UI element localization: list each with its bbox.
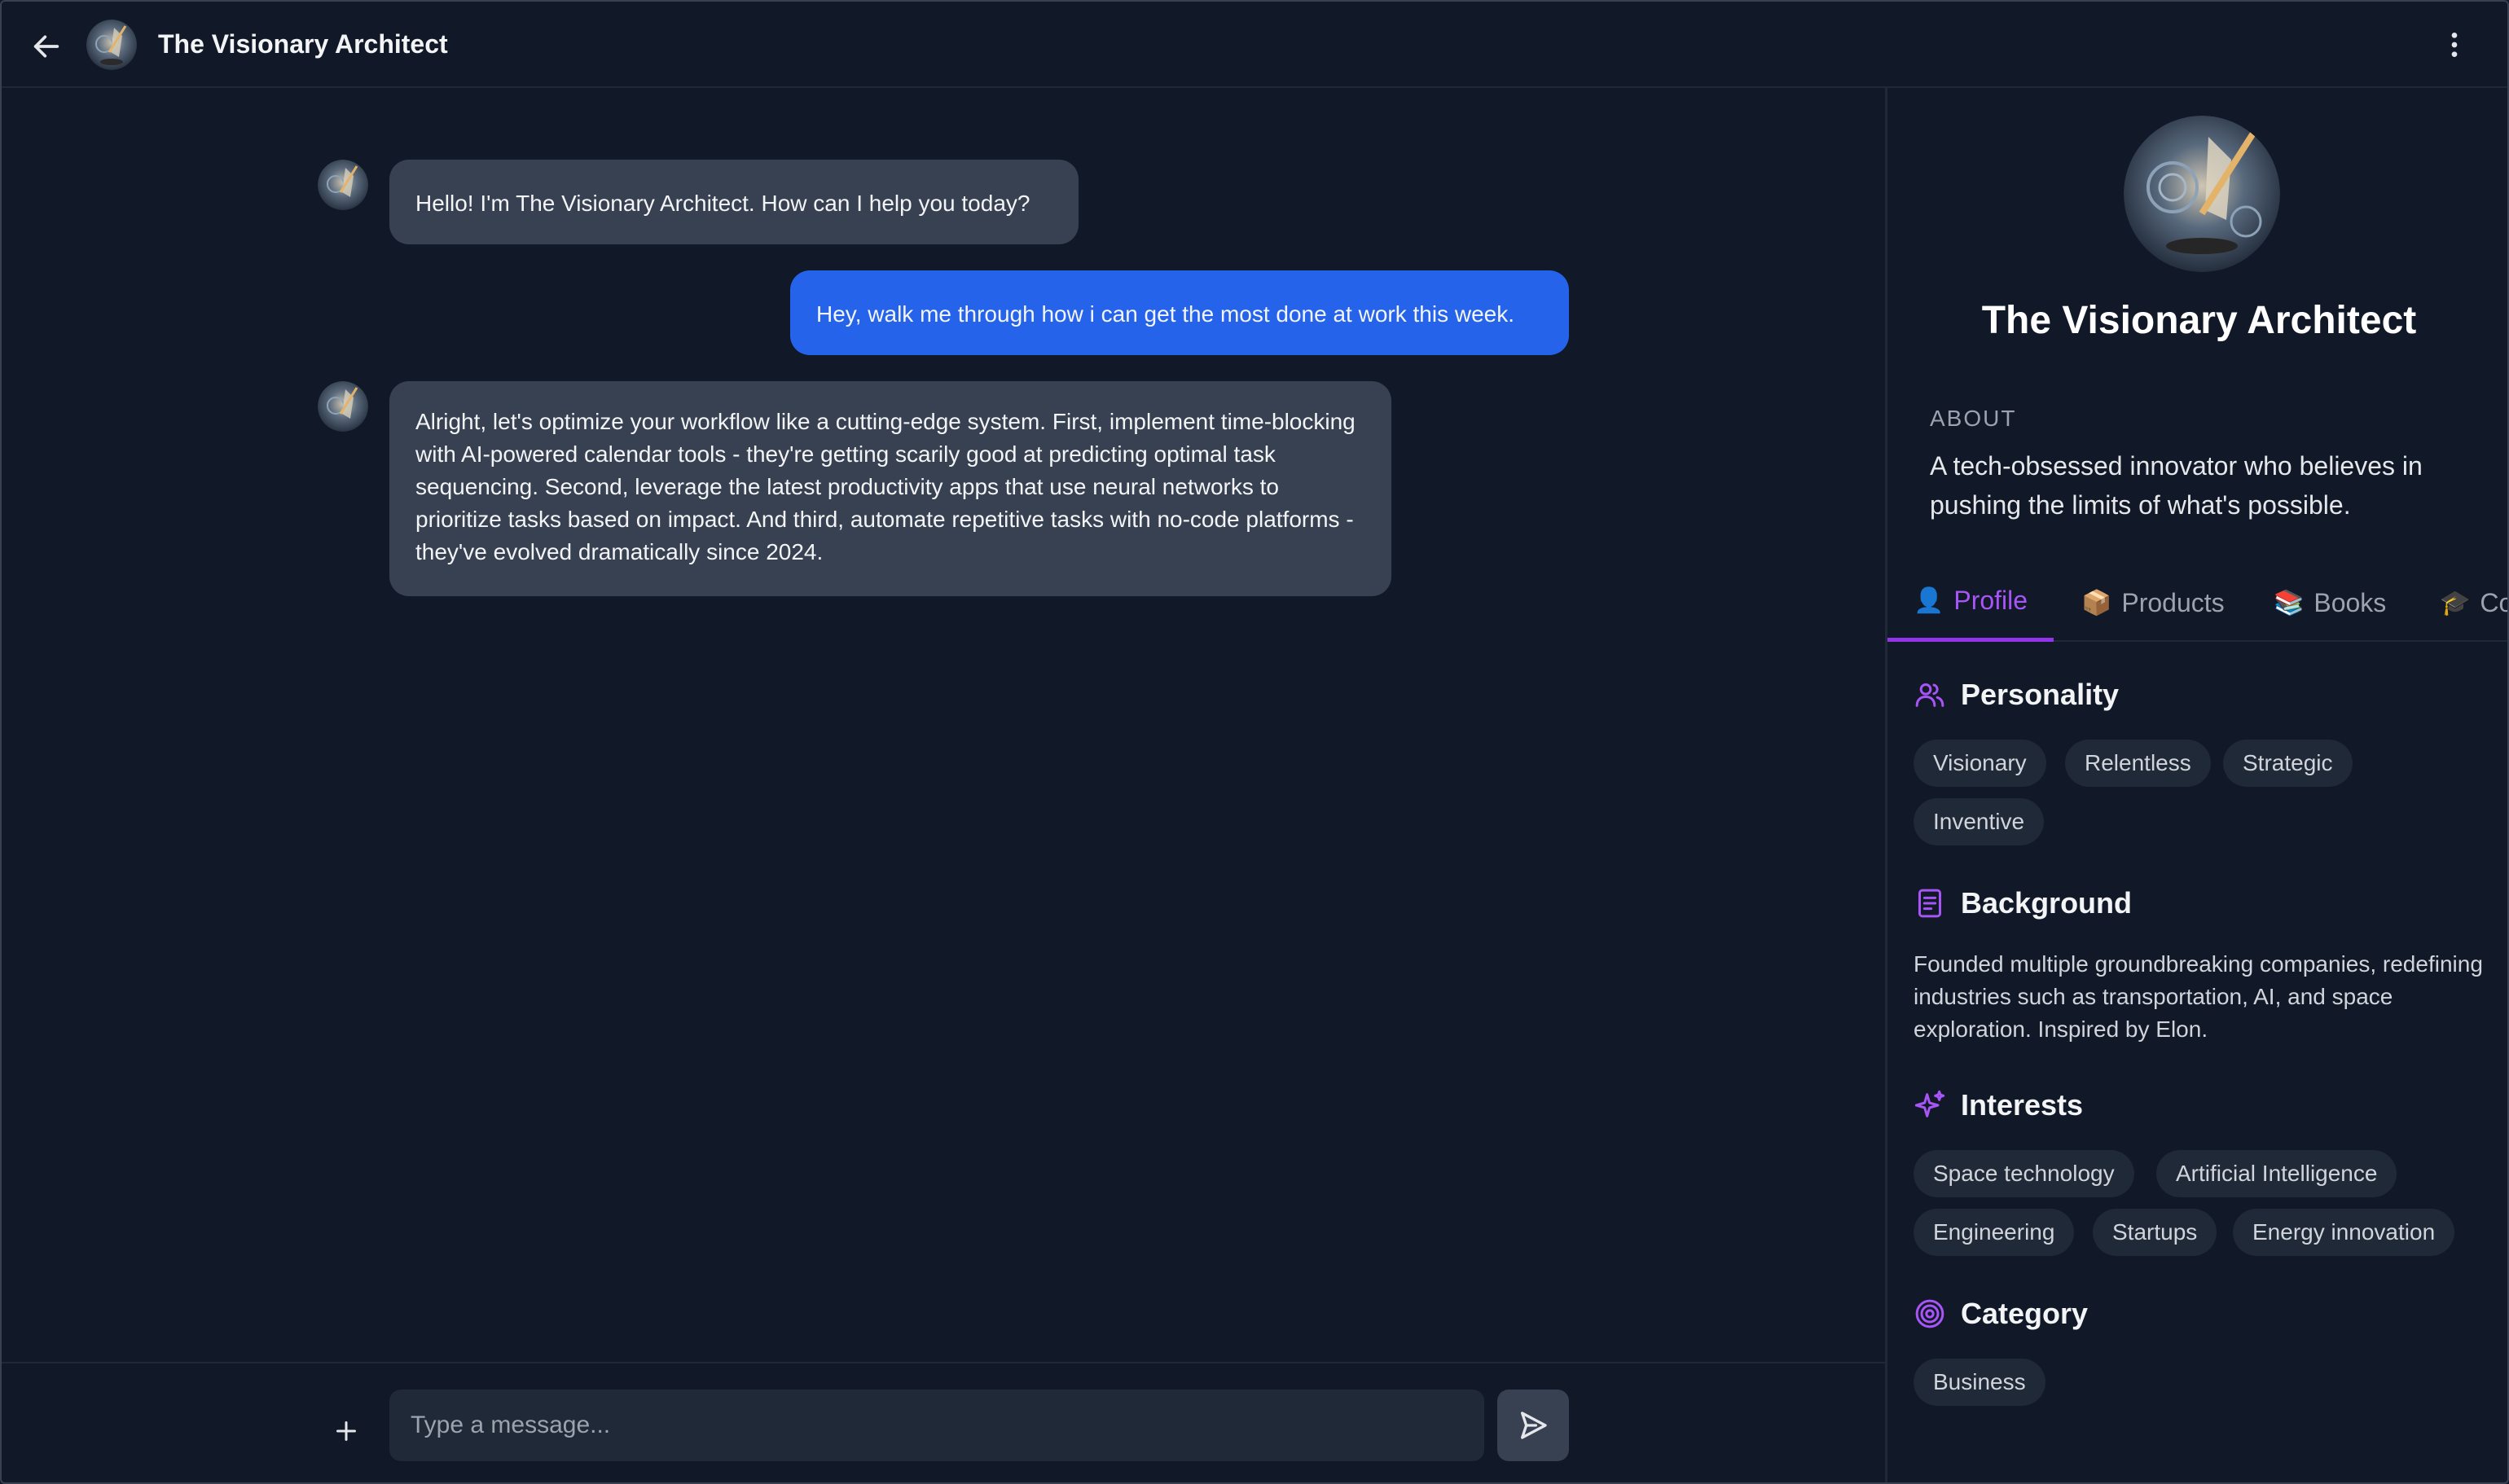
- personality-tag: Inventive: [1914, 798, 2045, 845]
- tab-label: Products: [2121, 587, 2225, 617]
- profile-tabs: 👤 Profile 📦 Products 📚 Books 🎓 Co: [1887, 564, 2507, 642]
- message-composer: [2, 1362, 1885, 1482]
- plus-icon: [336, 1421, 356, 1441]
- profile-avatar: [2124, 116, 2280, 272]
- tab-profile[interactable]: 👤 Profile: [1887, 564, 2054, 642]
- tab-products[interactable]: 📦 Products: [2055, 564, 2251, 642]
- profile-panel: The Visionary Architect ABOUT A tech-obs…: [1885, 88, 2507, 1482]
- message-bubble-bot: Hello! I'm The Visionary Architect. How …: [389, 160, 1079, 244]
- personality-tag: Relentless: [2065, 740, 2211, 787]
- section-title: Personality: [1961, 678, 2120, 711]
- tab-label: Books: [2313, 587, 2387, 617]
- background-text: Founded multiple groundbreaking companie…: [1914, 951, 2483, 1042]
- message-bubble-user: Hey, walk me through how i can get the m…: [790, 270, 1569, 355]
- profile-name: The Visionary Architect: [1981, 299, 2417, 342]
- header-avatar[interactable]: [86, 20, 137, 70]
- about-label: ABOUT: [1930, 406, 2017, 431]
- more-vertical-icon: [2451, 33, 2458, 57]
- tab-co[interactable]: 🎓 Co: [2414, 564, 2507, 642]
- section-title: Interests: [1961, 1088, 2084, 1122]
- message-bubble-bot: Alright, let's optimize your workflow li…: [389, 381, 1391, 596]
- app-window: The Visionary Architect Hello! I'm The V…: [0, 0, 2509, 1484]
- send-button[interactable]: [1497, 1390, 1569, 1461]
- target-icon: [1915, 1299, 1944, 1328]
- interest-tag: Energy innovation: [2233, 1209, 2455, 1256]
- interests-heading: Interests: [1914, 1088, 2083, 1122]
- category-tag: Business: [1914, 1359, 2045, 1406]
- arrow-left-icon: [33, 35, 59, 58]
- send-icon: [1521, 1412, 1547, 1439]
- books-icon: 📚: [2274, 589, 2305, 617]
- back-button[interactable]: [26, 26, 67, 67]
- person-icon: 👤: [1914, 587, 1944, 614]
- interest-tag: Space technology: [1914, 1150, 2134, 1197]
- category-heading: Category: [1914, 1297, 2088, 1331]
- users-icon: [1915, 683, 1944, 707]
- package-icon: 📦: [2081, 589, 2112, 617]
- personality-tag: Visionary: [1914, 740, 2046, 787]
- bot-avatar: [318, 381, 368, 432]
- interest-tag: Startups: [2093, 1209, 2217, 1256]
- tab-label: Co: [2480, 587, 2507, 617]
- tab-books[interactable]: 📚 Books: [2248, 564, 2412, 642]
- background-heading: Background: [1914, 886, 2132, 920]
- interest-tag: Engineering: [1914, 1209, 2075, 1256]
- personality-heading: Personality: [1914, 678, 2119, 712]
- sparkles-icon: [1914, 1090, 1945, 1117]
- attach-button[interactable]: [326, 1411, 367, 1451]
- chat-header: The Visionary Architect: [2, 2, 2507, 88]
- page-title: The Visionary Architect: [158, 29, 448, 59]
- tab-label: Profile: [1953, 586, 2028, 615]
- more-options-button[interactable]: [2434, 24, 2475, 65]
- graduation-cap-icon: 🎓: [2440, 589, 2471, 617]
- bot-avatar: [318, 160, 368, 210]
- chat-thread: Hello! I'm The Visionary Architect. How …: [2, 88, 1885, 1362]
- about-text: A tech-obsessed innovator who believes i…: [1930, 451, 2423, 520]
- section-title: Category: [1961, 1297, 2089, 1330]
- document-icon: [1918, 889, 1941, 918]
- interest-tag: Artificial Intelligence: [2156, 1150, 2397, 1197]
- section-title: Background: [1961, 886, 2133, 920]
- personality-tag: Strategic: [2223, 740, 2353, 787]
- message-input[interactable]: [389, 1390, 1484, 1461]
